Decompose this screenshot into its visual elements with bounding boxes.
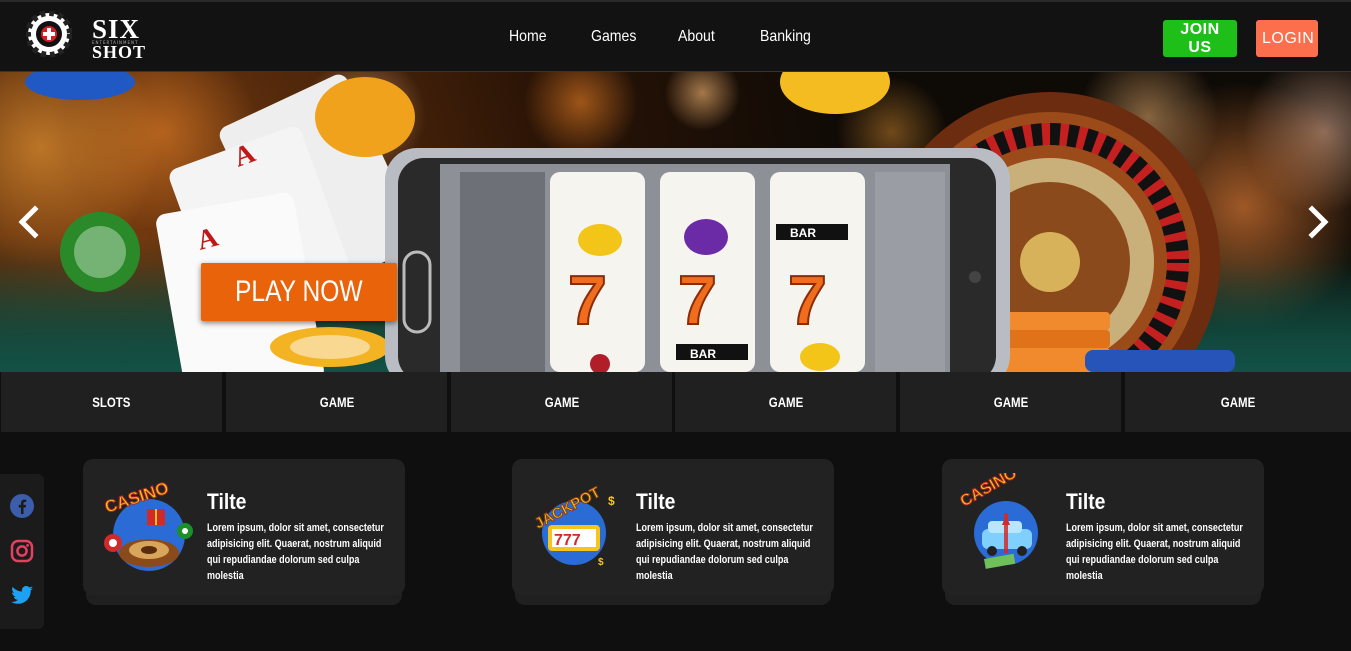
category-tab-label: GAME [993,394,1028,410]
nav-about[interactable]: About [678,28,715,46]
svg-text:$: $ [598,557,604,568]
site-logo[interactable]: SIX ENTERTAINMENT SHOT [26,11,156,63]
category-tab-game[interactable]: GAME [675,372,896,432]
casino-car-prize-icon: CASINO [958,473,1038,569]
facebook-icon[interactable] [9,493,35,519]
logo-text-bottom: SHOT [92,42,147,62]
category-tab-game[interactable]: GAME [1125,372,1351,432]
carousel-prev-button[interactable] [17,205,41,239]
login-button[interactable]: LOGIN [1256,20,1318,57]
game-card[interactable]: 777 JACKPOT $ $ Tilte Lorem ipsum, dolor… [512,459,834,595]
navbar: SIX ENTERTAINMENT SHOT Home Games About … [0,0,1351,72]
nav-banking[interactable]: Banking [760,28,811,46]
category-tab-slots[interactable]: SLOTS [1,372,222,432]
svg-text:BAR: BAR [790,226,816,240]
nav-games[interactable]: Games [591,28,636,46]
category-tab-label: GAME [544,394,579,410]
game-card[interactable]: CASINO Tilte Lorem ipsum, dolor sit amet… [942,459,1264,595]
card-title: Tilte [636,489,676,514]
category-tab-label: GAME [768,394,803,410]
twitter-icon[interactable] [9,582,35,608]
category-tab-game[interactable]: GAME [451,372,672,432]
jackpot-slot-icon: 777 JACKPOT $ $ [531,483,615,568]
play-now-label: PLAY NOW [235,275,363,308]
category-tab-label: SLOTS [92,394,131,410]
card-description: Lorem ipsum, dolor sit amet, consectetur… [207,522,384,582]
svg-text:7: 7 [678,261,717,339]
chevron-right-icon [1308,205,1329,239]
card-description: Lorem ipsum, dolor sit amet, consectetur… [1066,522,1243,582]
card-title: Tilte [1066,489,1106,514]
play-now-button[interactable]: PLAY NOW [201,263,397,321]
svg-text:7: 7 [568,261,607,339]
slot-machine-phone-icon: 7 7 7 BAR BAR [385,148,1010,372]
svg-text:$: $ [608,494,615,508]
category-tab-label: GAME [1220,394,1256,410]
join-us-button[interactable]: JOIN US [1163,20,1237,57]
category-tab-game[interactable]: GAME [900,372,1121,432]
svg-text:7: 7 [788,261,827,339]
logo-text-top: SIX [92,14,141,44]
category-tabs: SLOTS GAME GAME GAME GAME GAME [0,372,1351,432]
social-sidebar [0,474,44,629]
nav-home[interactable]: Home [509,28,547,46]
casino-hero-illustration: A A 7 7 7 BAR BAR [25,72,1235,372]
game-card[interactable]: CASINO Tilte Lorem ipsum, dolor sit amet… [83,459,405,595]
carousel-next-button[interactable] [1306,205,1330,239]
category-tab-label: GAME [319,394,354,410]
svg-text:777: 777 [554,532,581,549]
hero-carousel: A A 7 7 7 BAR BAR PLAY NOW [0,72,1351,372]
svg-text:BAR: BAR [690,347,716,361]
category-tab-game[interactable]: GAME [226,372,447,432]
casino-roulette-icon: CASINO [102,478,193,571]
poker-chip-logo-icon [26,11,72,57]
chevron-left-icon [18,205,39,239]
card-title: Tilte [207,489,247,514]
instagram-icon[interactable] [9,538,35,564]
card-description: Lorem ipsum, dolor sit amet, consectetur… [636,522,813,582]
